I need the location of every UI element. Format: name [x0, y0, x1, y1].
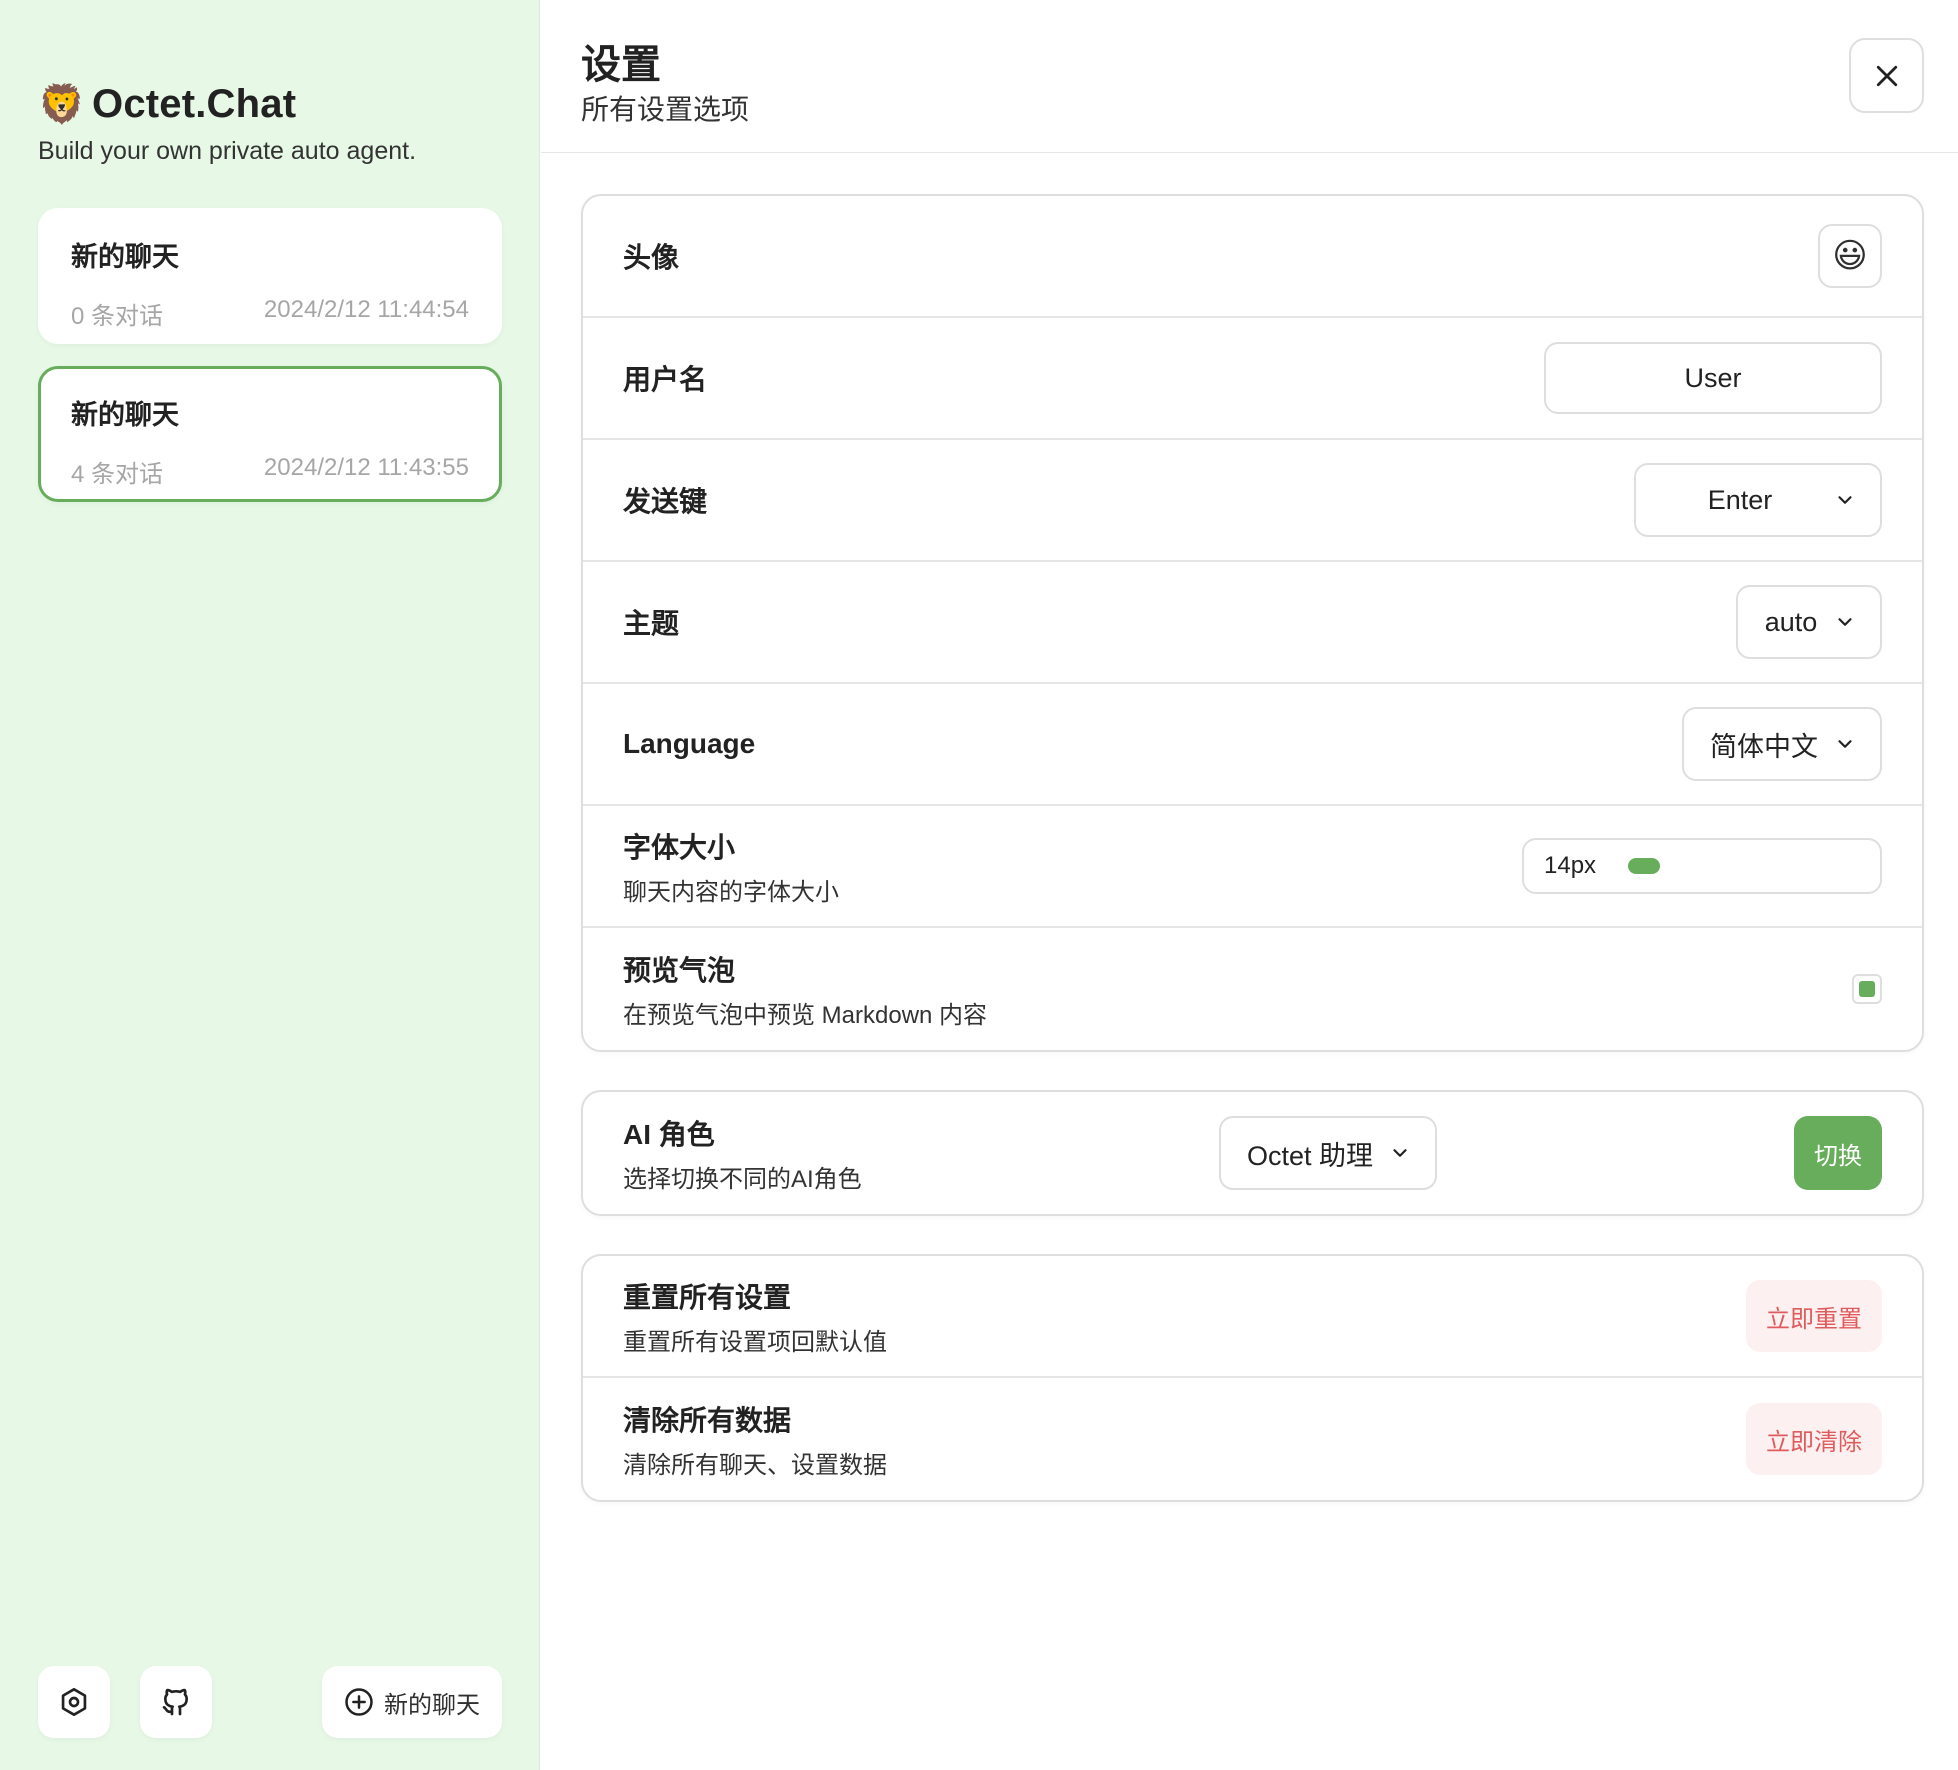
language-select[interactable]: 简体中文: [1682, 707, 1882, 781]
checkbox-checked-mark: [1859, 981, 1875, 997]
github-icon: [162, 1688, 188, 1716]
send-key-label: 发送键: [623, 486, 708, 517]
theme-value: auto: [1764, 606, 1818, 637]
theme-row: 主题 auto: [583, 562, 1922, 684]
chat-title: 新的聊天: [71, 400, 179, 430]
font-size-slider[interactable]: 14px: [1522, 838, 1882, 894]
new-chat-label: 新的聊天: [384, 1691, 480, 1719]
clear-data-label: 清除所有数据: [623, 1404, 792, 1436]
clear-data-row: 清除所有数据 清除所有聊天、设置数据 立即清除: [583, 1378, 1922, 1500]
smiley-avatar-icon: 😃: [1832, 237, 1868, 275]
reset-settings-label: 重置所有设置: [623, 1281, 792, 1313]
chat-timestamp: 2024/2/12 11:44:54: [263, 296, 469, 323]
chevron-down-icon: [1393, 1149, 1407, 1157]
send-key-value: Enter: [1707, 484, 1773, 515]
app-subtitle: Build your own private auto agent.: [38, 137, 417, 165]
danger-zone-panel: 重置所有设置 重置所有设置项回默认值 立即重置 清除所有数据 清除所有聊天、设置…: [581, 1254, 1924, 1502]
settings-button[interactable]: [38, 1666, 110, 1738]
preview-bubble-checkbox[interactable]: [1852, 974, 1882, 1004]
add-circle-icon: [345, 1688, 373, 1716]
ai-role-row: AI 角色 选择切换不同的AI角色 Octet 助理 切换: [583, 1092, 1922, 1214]
general-settings-panel: 头像 😃 用户名 发送键 Enter 主题 auto Language: [581, 194, 1924, 1052]
settings-header: 设置 所有设置选项: [541, 0, 1958, 153]
ai-role-description: 选择切换不同的AI角色: [623, 1165, 862, 1193]
chat-timestamp: 2024/2/12 11:43:55: [263, 454, 469, 481]
send-key-row: 发送键 Enter: [583, 440, 1922, 562]
slider-track[interactable]: [1628, 858, 1858, 874]
chat-message-count: 4 条对话: [71, 461, 164, 488]
reset-now-button[interactable]: 立即重置: [1746, 1280, 1882, 1352]
font-size-label: 字体大小: [623, 831, 736, 863]
language-row: Language 简体中文: [583, 684, 1922, 806]
preview-bubble-label: 预览气泡: [623, 954, 736, 986]
new-chat-button[interactable]: 新的聊天: [322, 1666, 502, 1738]
avatar-picker-button[interactable]: 😃: [1818, 224, 1882, 288]
reset-settings-description: 重置所有设置项回默认值: [623, 1328, 887, 1356]
language-value: 简体中文: [1710, 731, 1818, 762]
switch-role-button[interactable]: 切换: [1794, 1116, 1882, 1190]
font-size-description: 聊天内容的字体大小: [623, 878, 839, 906]
chevron-down-icon: [1838, 496, 1852, 504]
chat-message-count: 0 条对话: [71, 303, 164, 330]
avatar-label: 头像: [623, 242, 680, 273]
chevron-down-icon: [1838, 740, 1852, 748]
clear-now-button[interactable]: 立即清除: [1746, 1403, 1882, 1475]
theme-label: 主题: [623, 608, 680, 639]
theme-select[interactable]: auto: [1736, 585, 1882, 659]
sidebar: 🦁 Octet.Chat Build your own private auto…: [0, 0, 540, 1770]
font-size-value: 14px: [1544, 852, 1597, 879]
username-input[interactable]: [1544, 342, 1882, 414]
app-title: Octet.Chat: [92, 82, 297, 126]
username-row: 用户名: [583, 318, 1922, 440]
preview-bubble-row: 预览气泡 在预览气泡中预览 Markdown 内容: [583, 928, 1922, 1050]
clear-data-description: 清除所有聊天、设置数据: [623, 1451, 887, 1479]
username-label: 用户名: [623, 364, 708, 395]
settings-page: 设置 所有设置选项 头像 😃 用户名 发送键 Enter 主: [541, 0, 1958, 1770]
ai-role-select[interactable]: Octet 助理: [1219, 1116, 1437, 1190]
avatar-row: 头像 😃: [583, 196, 1922, 318]
page-title: 设置: [581, 43, 661, 87]
chat-list-item-active[interactable]: 新的聊天 4 条对话 2024/2/12 11:43:55: [38, 366, 502, 502]
send-key-select[interactable]: Enter: [1634, 463, 1882, 537]
chat-title: 新的聊天: [71, 242, 179, 272]
lion-logo-icon: 🦁: [38, 83, 86, 126]
github-button[interactable]: [140, 1666, 212, 1738]
slider-fill: [1628, 858, 1661, 874]
language-label: Language: [623, 728, 756, 759]
chevron-down-icon: [1838, 618, 1852, 626]
close-icon: [1876, 65, 1897, 86]
ai-role-value: Octet 助理: [1246, 1140, 1374, 1171]
preview-bubble-description: 在预览气泡中预览 Markdown 内容: [623, 1001, 988, 1029]
settings-icon: [61, 1688, 87, 1716]
reset-settings-row: 重置所有设置 重置所有设置项回默认值 立即重置: [583, 1256, 1922, 1378]
brand: 🦁 Octet.Chat Build your own private auto…: [38, 82, 416, 166]
chat-list-item[interactable]: 新的聊天 0 条对话 2024/2/12 11:44:54: [38, 208, 502, 344]
close-button[interactable]: [1849, 38, 1924, 113]
font-size-row: 字体大小 聊天内容的字体大小 14px: [583, 806, 1922, 928]
page-subtitle: 所有设置选项: [581, 94, 750, 125]
ai-role-label: AI 角色: [623, 1118, 715, 1150]
ai-role-panel: AI 角色 选择切换不同的AI角色 Octet 助理 切换: [581, 1090, 1924, 1216]
